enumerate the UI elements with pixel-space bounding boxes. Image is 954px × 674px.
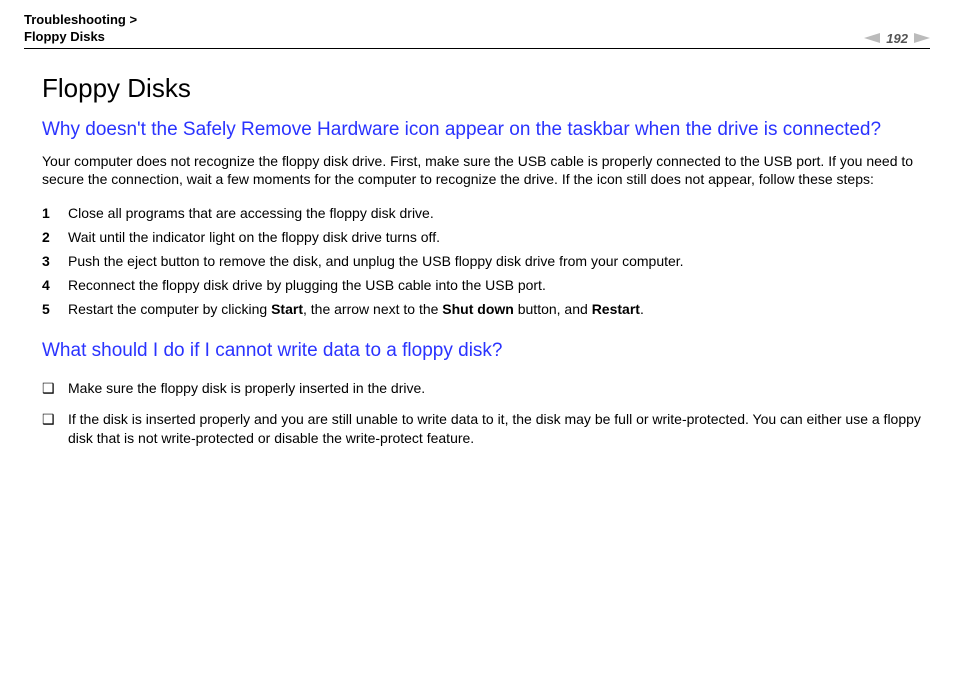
breadcrumb-page[interactable]: Floppy Disks <box>24 29 105 44</box>
question-1-heading: Why doesn't the Safely Remove Hardware i… <box>42 118 926 142</box>
page-header: Troubleshooting > Floppy Disks 192 <box>24 12 930 49</box>
next-page-button[interactable] <box>914 33 930 43</box>
prev-page-button[interactable] <box>864 33 880 43</box>
step-item: 2Wait until the indicator light on the f… <box>42 225 926 249</box>
step-item: 3Push the eject button to remove the dis… <box>42 249 926 273</box>
list-item: ❑Make sure the floppy disk is properly i… <box>42 373 926 404</box>
page-number: 192 <box>886 31 908 46</box>
page-title: Floppy Disks <box>42 73 926 104</box>
pager: 192 <box>864 31 930 46</box>
steps-list: 1Close all programs that are accessing t… <box>42 201 926 321</box>
step-item: 1Close all programs that are accessing t… <box>42 201 926 225</box>
bullet-list: ❑Make sure the floppy disk is properly i… <box>42 373 926 454</box>
breadcrumb: Troubleshooting > Floppy Disks <box>24 12 137 46</box>
step-item: 5Restart the computer by clicking Start,… <box>42 297 926 321</box>
question-1-intro: Your computer does not recognize the flo… <box>42 152 926 190</box>
content-area: Floppy Disks Why doesn't the Safely Remo… <box>24 73 930 454</box>
breadcrumb-category[interactable]: Troubleshooting <box>24 12 126 27</box>
step-item: 4Reconnect the floppy disk drive by plug… <box>42 273 926 297</box>
question-2-heading: What should I do if I cannot write data … <box>42 339 926 363</box>
list-item: ❑If the disk is inserted properly and yo… <box>42 404 926 454</box>
